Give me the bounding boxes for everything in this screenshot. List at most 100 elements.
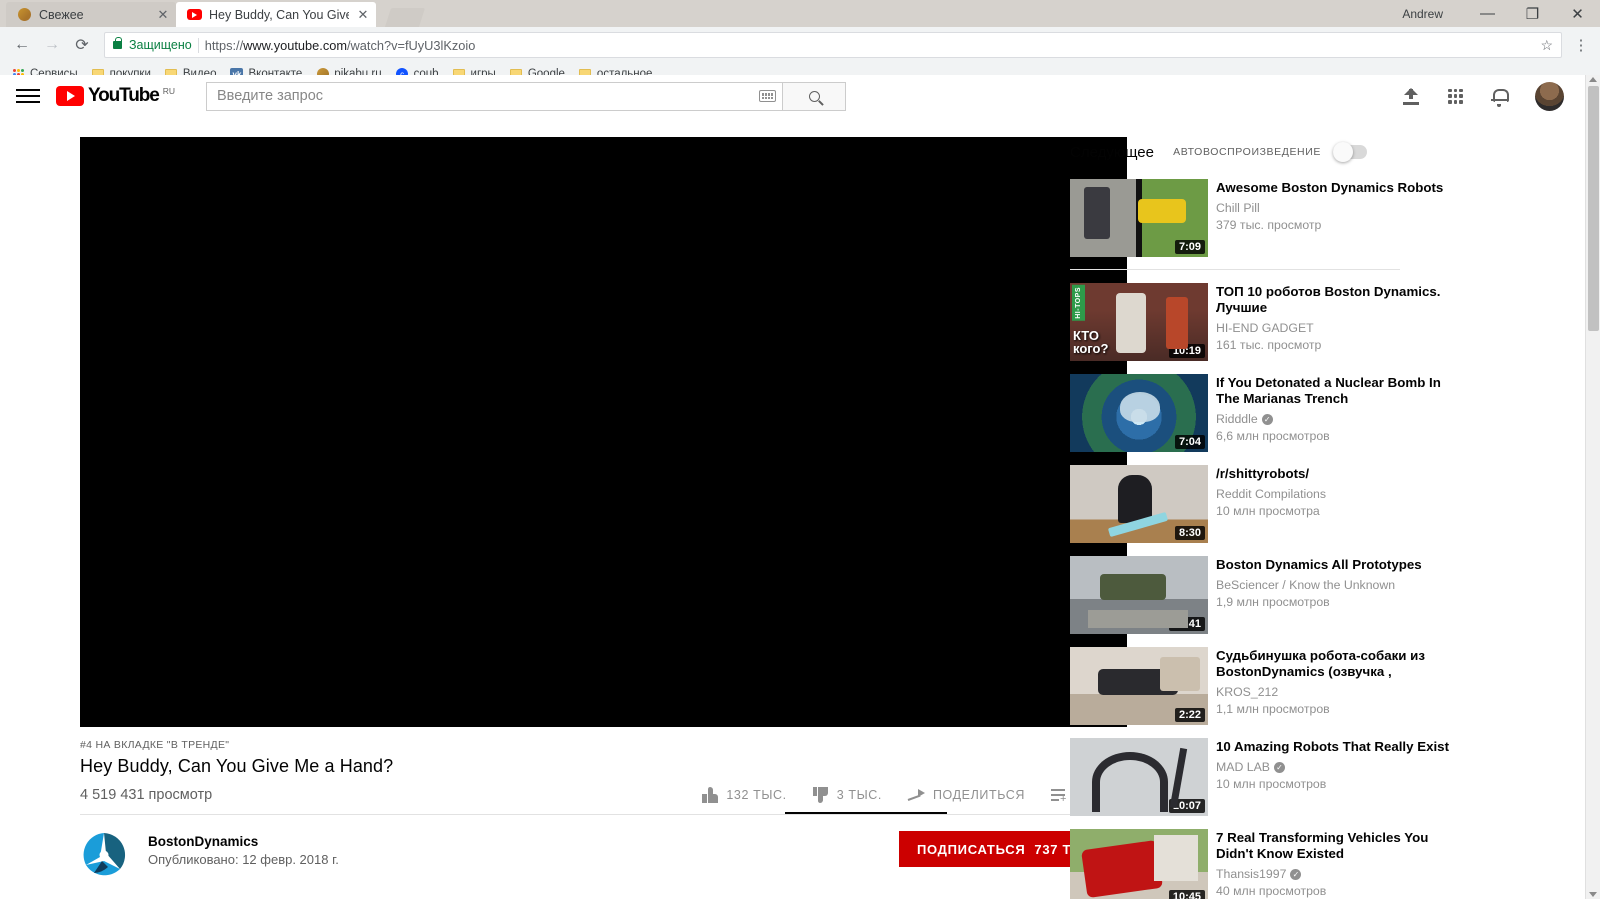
list-item[interactable]: 10:07 10 Amazing Robots That Really Exis… — [1070, 734, 1465, 825]
duration-badge: 8:30 — [1174, 526, 1205, 540]
verified-icon: ✓ — [1274, 761, 1285, 773]
list-item-views: 10 млн просмотров — [1216, 777, 1327, 791]
list-item-views: 40 млн просмотров — [1216, 884, 1327, 898]
video-thumbnail: 10:45 — [1070, 829, 1208, 899]
apps-grid-icon[interactable] — [1448, 88, 1463, 104]
browser-tab-2[interactable]: Hey Buddy, Can You Give ✕ — [176, 2, 376, 27]
list-item-title: Boston Dynamics All Prototypes — [1216, 557, 1422, 572]
primary-column: #4 НА ВКЛАДКЕ "В ТРЕНДЕ" Hey Buddy, Can … — [0, 137, 1127, 899]
close-tab-icon[interactable]: ✕ — [356, 7, 370, 23]
hitops-badge: HI-TOPS — [1072, 285, 1085, 321]
guide-menu-icon[interactable] — [16, 84, 40, 108]
list-item[interactable]: 7:09 Awesome Boston Dynamics Robots Chil… — [1070, 175, 1465, 266]
dislike-button[interactable]: 3 тыс. — [813, 787, 882, 803]
list-item-text: ТОП 10 роботов Boston Dynamics. Лучшие H… — [1216, 283, 1465, 361]
save-to-playlist-button[interactable]: + — [1050, 788, 1067, 805]
scrollbar-thumb[interactable] — [1588, 86, 1599, 331]
share-label: ПОДЕЛИТЬСЯ — [932, 788, 1025, 802]
list-item-title: Awesome Boston Dynamics Robots — [1216, 180, 1444, 195]
list-item[interactable]: 20:41 Boston Dynamics All Prototypes BeS… — [1070, 552, 1465, 643]
list-item[interactable]: 8:30 /r/shittyrobots/ Reddit Compilation… — [1070, 461, 1465, 552]
scroll-down-icon[interactable] — [1589, 892, 1597, 897]
forward-icon[interactable]: → — [38, 31, 66, 59]
list-item-channel: MAD LAB ✓ — [1216, 760, 1465, 774]
thumbs-up-icon — [702, 787, 718, 803]
tab-title: Hey Buddy, Can You Give — [209, 7, 349, 22]
list-item-views: 379 тыс. просмотр — [1216, 218, 1322, 232]
add-to-playlist-icon: + — [1050, 788, 1067, 805]
list-item-title: 10 Amazing Robots That Really Exist — [1216, 739, 1449, 754]
list-item-text: /r/shittyrobots/ Reddit Compilations 10 … — [1216, 465, 1465, 543]
list-item[interactable]: 2:22 Судьбинушка робота-собаки из Boston… — [1070, 643, 1465, 734]
video-thumbnail: 2:22 — [1070, 647, 1208, 725]
browser-tab-1[interactable]: Свежее ✕ — [6, 2, 176, 27]
video-player[interactable] — [80, 137, 1127, 727]
chrome-menu-icon[interactable]: ⋮ — [1570, 31, 1592, 59]
divider — [1070, 269, 1400, 270]
search-button[interactable] — [782, 81, 846, 111]
list-item-text: Судьбинушка робота-собаки из BostonDynam… — [1216, 647, 1465, 725]
list-item-views: 10 млн просмотра — [1216, 504, 1320, 518]
share-icon — [908, 788, 925, 802]
bookmark-star-icon[interactable]: ☆ — [1540, 37, 1553, 54]
masthead-left: YouTube RU — [16, 84, 179, 108]
list-item-title: 7 Real Transforming Vehicles You Didn't … — [1216, 830, 1429, 861]
channel-owner-row: BostonDynamics Опубликовано: 12 февр. 20… — [80, 815, 1127, 879]
account-avatar[interactable] — [1535, 81, 1564, 111]
list-item-text: If You Detonated a Nuclear Bomb In The M… — [1216, 374, 1465, 452]
youtube-icon — [186, 7, 202, 23]
up-next-title: Следующее — [1070, 143, 1154, 161]
autoplay-toggle[interactable] — [1333, 142, 1367, 162]
channel-name[interactable]: BostonDynamics — [148, 834, 339, 849]
search-box[interactable] — [206, 81, 782, 111]
youtube-logo[interactable]: YouTube RU — [56, 86, 175, 106]
thumbs-down-icon — [813, 787, 829, 803]
like-count: 132 тыс. — [726, 788, 787, 802]
list-item-views: 6,6 млн просмотров — [1216, 429, 1330, 443]
video-thumbnail: 10:07 — [1070, 738, 1208, 816]
duration-badge: 7:04 — [1174, 435, 1205, 449]
back-icon[interactable]: ← — [8, 31, 36, 59]
youtube-page: YouTube RU Введите запрос #4 НА ВКЛАДКЕ … — [0, 75, 1600, 899]
tab-title: Свежее — [39, 7, 84, 22]
youtube-masthead: YouTube RU — [0, 75, 1600, 117]
list-item[interactable]: 10:45 7 Real Transforming Vehicles You D… — [1070, 825, 1465, 899]
list-item-channel: Reddit Compilations — [1216, 487, 1327, 501]
window-user-label[interactable]: Andrew — [1402, 7, 1443, 21]
minimize-icon[interactable]: — — [1465, 0, 1510, 27]
duration-badge: 10:19 — [1168, 344, 1205, 358]
close-tab-icon[interactable]: ✕ — [156, 7, 170, 23]
video-thumbnail: HI-TOPS КТО кого? 10:19 — [1070, 283, 1208, 361]
divider — [197, 37, 199, 53]
notifications-bell-icon[interactable] — [1491, 88, 1509, 107]
close-window-icon[interactable]: ✕ — [1555, 0, 1600, 27]
youtube-country-code: RU — [162, 86, 176, 96]
video-stats-row: 4 519 431 просмотр 132 тыс. 3 тыс. — [80, 785, 1127, 805]
video-actions: 132 тыс. 3 тыс. ПОДЕЛИТЬСЯ + — [702, 785, 1127, 805]
list-item-text: Awesome Boston Dynamics Robots Chill Pil… — [1216, 179, 1465, 257]
verified-icon: ✓ — [1261, 413, 1273, 425]
video-thumbnail: 7:09 — [1070, 179, 1208, 257]
list-item[interactable]: 7:04 If You Detonated a Nuclear Bomb In … — [1070, 370, 1465, 461]
list-item-title: If You Detonated a Nuclear Bomb In The M… — [1216, 375, 1441, 406]
upload-icon[interactable] — [1402, 87, 1420, 105]
duration-badge: 2:22 — [1174, 708, 1205, 722]
search-input[interactable] — [217, 88, 759, 104]
list-item-channel: Ridddle ✓ — [1216, 412, 1465, 426]
list-item[interactable]: HI-TOPS КТО кого? 10:19 ТОП 10 роботов Bo… — [1070, 279, 1465, 370]
search-area — [206, 81, 846, 111]
search-icon — [808, 90, 820, 102]
duration-badge: 10:07 — [1168, 799, 1205, 813]
page-scrollbar[interactable] — [1585, 75, 1600, 899]
video-thumbnail: 7:04 — [1070, 374, 1208, 452]
address-bar[interactable]: Защищено https://www.youtube.com/watch?v… — [104, 32, 1562, 58]
new-tab-button[interactable] — [384, 8, 426, 27]
channel-avatar[interactable] — [80, 831, 128, 879]
like-button[interactable]: 132 тыс. — [702, 787, 786, 803]
reload-icon[interactable]: ⟳ — [68, 31, 96, 59]
maximize-icon[interactable]: ❐ — [1510, 0, 1555, 27]
share-button[interactable]: ПОДЕЛИТЬСЯ — [908, 788, 1025, 802]
keyboard-icon[interactable] — [759, 90, 776, 102]
scroll-up-icon[interactable] — [1589, 77, 1597, 82]
autoplay-control: АВТОВОСПРОИЗВЕДЕНИЕ — [1173, 142, 1465, 162]
